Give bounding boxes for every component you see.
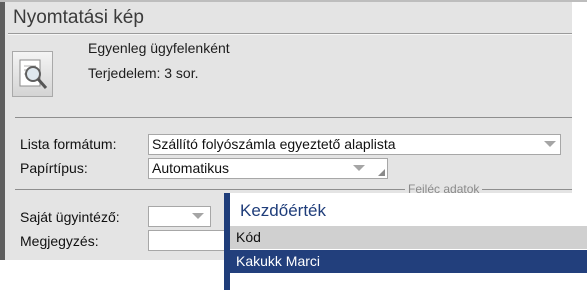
paper-type-value: Automatikus	[152, 160, 230, 176]
dialog-title: Nyomtatási kép	[13, 7, 144, 28]
note-label: Megjegyzés:	[20, 233, 99, 249]
report-extent: Terjedelem: 3 sor.	[88, 65, 199, 81]
lookup-title: Kezdőérték	[240, 201, 326, 220]
resize-grip-icon	[378, 169, 385, 176]
print-preview-icon[interactable]	[12, 51, 53, 97]
list-format-select[interactable]: Szállító folyószámla egyeztető alaplista	[148, 134, 561, 155]
note-input[interactable]	[148, 230, 233, 251]
own-agent-select[interactable]	[148, 206, 211, 227]
list-format-value: Szállító folyószámla egyeztető alaplista	[152, 136, 396, 152]
chevron-down-icon	[192, 213, 204, 219]
lookup-selected-item[interactable]: Kakukk Marci	[230, 250, 587, 273]
list-format-label: Lista formátum:	[20, 136, 117, 152]
title-divider-highlight	[8, 34, 572, 35]
report-name: Egyenleg ügyfelenként	[88, 40, 230, 56]
section-divider	[15, 117, 572, 118]
chevron-down-icon	[544, 141, 556, 147]
section-divider	[15, 189, 572, 190]
initial-value-lookup-popup[interactable]: Kezdőérték Kód Kakukk Marci	[224, 193, 587, 290]
paper-type-label: Papírtípus:	[20, 160, 88, 176]
paper-type-select[interactable]: Automatikus	[148, 158, 388, 179]
own-agent-label: Saját ügyintéző:	[20, 209, 120, 225]
chevron-down-icon	[353, 165, 365, 171]
lookup-empty-area	[230, 273, 587, 290]
lookup-column-header[interactable]: Kód	[230, 226, 587, 249]
